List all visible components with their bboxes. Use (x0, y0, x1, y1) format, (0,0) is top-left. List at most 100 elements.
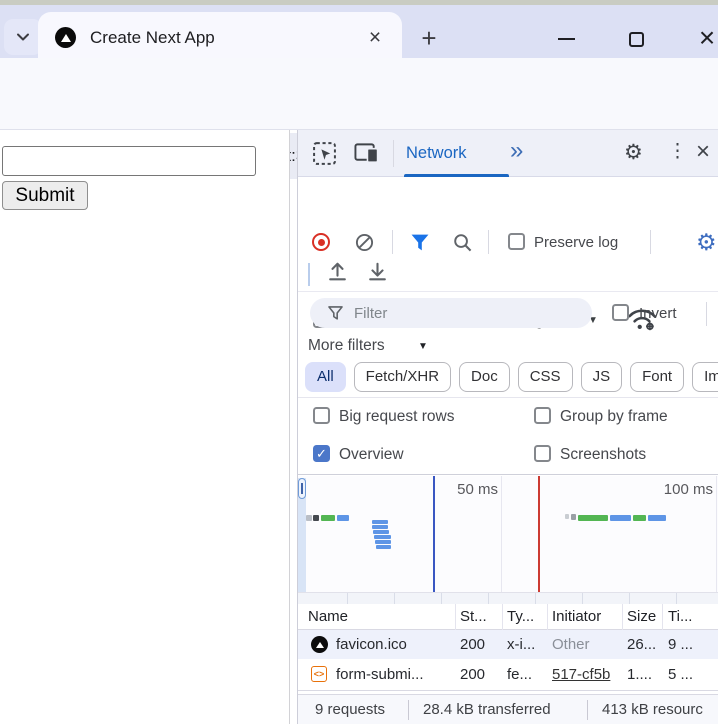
nextjs-favicon-icon (55, 27, 76, 48)
overview-tick (582, 593, 583, 604)
har-row (298, 255, 718, 292)
network-timing-bar (578, 515, 608, 521)
network-timing-bar (571, 514, 576, 520)
devtools-tab-bar: Network » ⚙ ⋮ × (298, 130, 718, 177)
request-initiator-link[interactable]: 517-cf5b (552, 666, 610, 683)
filter-funnel-icon (328, 306, 343, 320)
column-header-status[interactable]: St... (460, 604, 487, 630)
filter-chip-img[interactable]: Img (692, 362, 718, 392)
network-row-form-submission[interactable]: <> form-submi... 200 fe... 517-cf5b 1...… (298, 659, 718, 690)
tab-title: Create Next App (90, 28, 215, 48)
invert-label: Invert (639, 305, 677, 322)
request-status: 200 (460, 636, 485, 653)
group-by-frame-label: Group by frame (560, 408, 668, 426)
overview-tick (535, 593, 536, 604)
domcontentloaded-line (433, 476, 435, 592)
device-toolbar-icon[interactable] (354, 142, 379, 165)
tab-strip: Create Next App × + × (0, 5, 718, 58)
network-timing-bar (306, 515, 312, 521)
network-timing-bar (376, 545, 391, 549)
filter-chip-doc[interactable]: Doc (459, 362, 510, 392)
overview-gridline (501, 476, 502, 592)
more-panels-button[interactable]: » (510, 137, 523, 165)
column-header-size[interactable]: Size (627, 604, 656, 630)
filter-chip-font[interactable]: Font (630, 362, 684, 392)
filter-chip-all[interactable]: All (305, 362, 346, 392)
network-timing-bar (610, 515, 631, 521)
export-har-icon[interactable] (366, 260, 389, 283)
overview-ruler (298, 592, 718, 604)
window-close-button[interactable]: × (694, 23, 718, 53)
overview-tick (394, 593, 395, 604)
nextjs-favicon-icon (311, 636, 328, 653)
tab-search-button[interactable] (4, 19, 42, 55)
page-text-input[interactable] (2, 146, 256, 176)
filter-chips: All Fetch/XHR Doc CSS JSFont Img (305, 362, 718, 392)
devtools-settings-gear-icon[interactable]: ⚙ (624, 140, 643, 165)
transferred-size: 28.4 kB transferred (423, 695, 551, 724)
overview-label: Overview (339, 446, 404, 464)
request-size: 1.... (627, 666, 652, 683)
overview-graph: 50 ms100 ms (298, 476, 718, 604)
devtools-panel: Network » ⚙ ⋮ × Preserve log ⚙ Disable c… (297, 130, 718, 724)
big-request-rows-checkbox[interactable] (313, 407, 330, 424)
overview-tick (347, 593, 348, 604)
column-header-initiator[interactable]: Initiator (552, 604, 601, 630)
overview-tick (441, 593, 442, 604)
network-timing-bar (648, 515, 666, 521)
network-toolbar: Preserve log ⚙ (298, 177, 718, 215)
submit-button[interactable]: Submit (2, 181, 88, 210)
devtools-close-button[interactable]: × (696, 138, 710, 166)
network-timing-bar (374, 535, 391, 539)
network-timing-bar (313, 515, 319, 521)
network-timing-bar (373, 530, 389, 534)
column-header-time[interactable]: Ti... (668, 604, 692, 630)
more-filters-button[interactable]: More filters (308, 337, 385, 355)
overview-checkbox[interactable]: ✓ (313, 445, 330, 462)
network-timing-bar (565, 514, 569, 519)
screenshots-checkbox[interactable] (534, 445, 551, 462)
page-viewport: Submit (0, 130, 290, 724)
request-status: 200 (460, 666, 485, 683)
tab-network[interactable]: Network (406, 130, 467, 176)
divider (298, 690, 718, 691)
inspect-element-icon[interactable] (312, 141, 337, 166)
filter-field[interactable] (310, 298, 592, 328)
fetch-request-icon: <> (311, 666, 327, 682)
browser-toolbar: localhost:3039 ☆ </> ⋮ (0, 58, 718, 130)
import-har-icon[interactable] (326, 260, 349, 283)
network-timing-bar (321, 515, 335, 521)
new-tab-button[interactable]: + (415, 24, 443, 52)
group-by-frame-checkbox[interactable] (534, 407, 551, 424)
network-timing-bar (372, 525, 388, 529)
divider (298, 397, 718, 398)
column-header-name[interactable]: Name (308, 604, 348, 630)
tab-close-button[interactable]: × (363, 26, 387, 50)
network-timing-bar (633, 515, 646, 521)
overview-tick (676, 593, 677, 604)
screenshots-label: Screenshots (560, 446, 646, 464)
more-filters-caret-icon[interactable]: ▼ (418, 341, 428, 352)
request-type: x-i... (507, 636, 535, 653)
network-timing-bar (337, 515, 349, 521)
filter-chip-fetchxhr[interactable]: Fetch/XHR (354, 362, 451, 392)
invert-checkbox[interactable] (612, 304, 629, 321)
window-maximize-button[interactable] (629, 32, 644, 47)
filter-chip-js[interactable]: JS (581, 362, 623, 392)
overview-tick (629, 593, 630, 604)
column-header-type[interactable]: Ty... (507, 604, 534, 630)
browser-tab[interactable]: Create Next App (38, 12, 402, 63)
devtools-menu-button[interactable]: ⋮ (668, 140, 687, 163)
overview-gridline (716, 476, 717, 592)
divider (408, 700, 409, 720)
network-row-favicon[interactable]: favicon.ico 200 x-i... Other 26... 9 ... (298, 630, 718, 659)
request-size: 26... (627, 636, 656, 653)
window-minimize-button[interactable] (558, 38, 575, 40)
big-request-rows-label: Big request rows (339, 408, 454, 426)
network-timing-bar (372, 520, 388, 524)
filter-input[interactable] (354, 300, 574, 326)
overview-scroll-thumb[interactable] (298, 478, 306, 499)
request-initiator: Other (552, 636, 590, 653)
filter-chip-css[interactable]: CSS (518, 362, 573, 392)
network-timing-bar (375, 540, 391, 544)
